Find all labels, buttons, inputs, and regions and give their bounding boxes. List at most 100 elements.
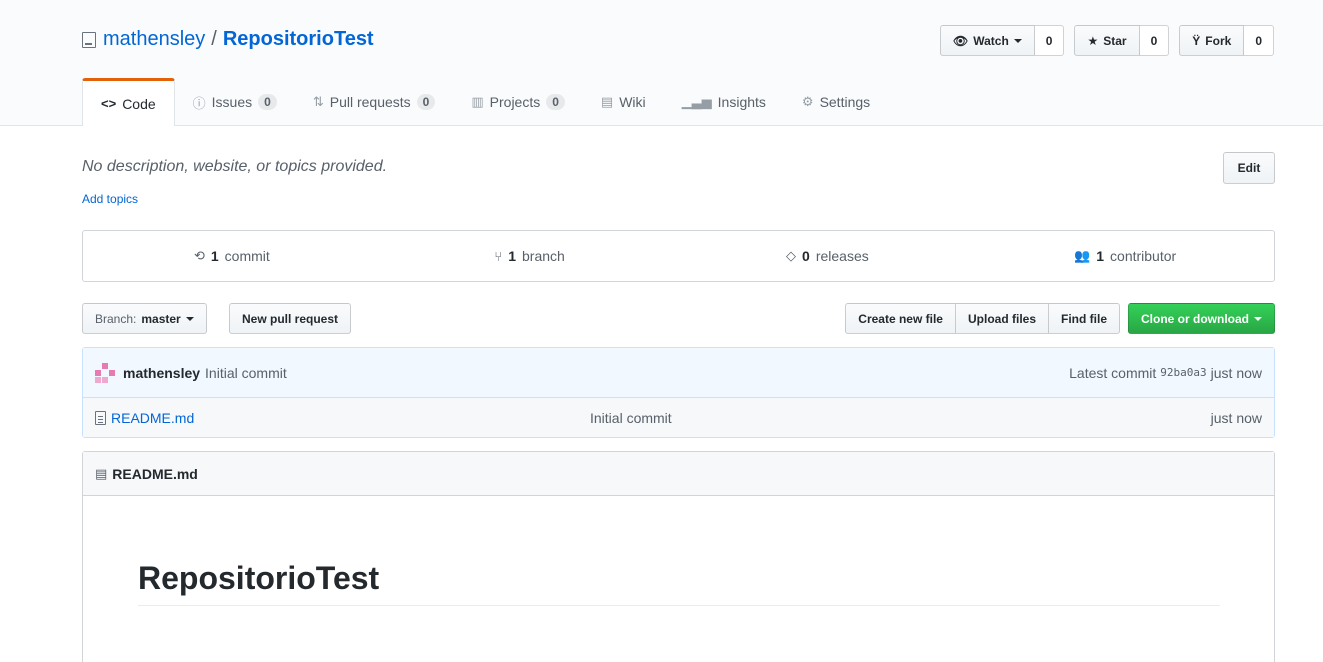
pull-request-icon: ⇅ — [312, 94, 324, 109]
fork-button[interactable]: Ÿ Fork — [1179, 25, 1245, 56]
tab-insights-label: Insights — [717, 94, 766, 110]
fork-icon: Ÿ — [1192, 33, 1201, 48]
readme-box: ▤ README.md RepositorioTest — [82, 451, 1275, 662]
tag-icon: ◇ — [786, 248, 797, 263]
repo-separator: / — [211, 28, 217, 50]
tab-wiki-label: Wiki — [619, 94, 646, 110]
project-icon: ▥ — [471, 94, 484, 109]
gear-icon: ⚙ — [801, 94, 814, 109]
tab-settings-label: Settings — [819, 94, 871, 110]
tab-projects-count: 0 — [546, 94, 565, 110]
commit-message[interactable]: Initial commit — [205, 365, 287, 381]
tab-settings[interactable]: ⚙ Settings — [784, 78, 888, 126]
repo-actions: 👁 Watch 0 ★ Star 0 Ÿ Fork 0 — [940, 25, 1274, 56]
branch-name: master — [141, 311, 181, 326]
file-commit-message[interactable]: Initial commit — [590, 410, 672, 426]
tab-projects-label: Projects — [489, 94, 541, 110]
branch-select-button[interactable]: Branch: master — [82, 303, 207, 334]
tab-wiki[interactable]: ▤ Wiki — [583, 78, 664, 126]
tab-code[interactable]: <> Code — [82, 78, 175, 126]
star-button[interactable]: ★ Star — [1074, 25, 1140, 56]
tab-pull-requests-label: Pull requests — [329, 94, 411, 110]
commits-label: commit — [224, 248, 270, 264]
numbers-summary: ⟲ 1 commit ⑂ 1 branch ◇ 0 releases 👥 1 c… — [82, 230, 1275, 282]
fork-label: Fork — [1205, 33, 1232, 48]
watch-count[interactable]: 0 — [1034, 25, 1065, 56]
file-age: just now — [1210, 409, 1262, 426]
graph-icon: ▁▃▅ — [681, 94, 712, 109]
branches-count: 1 — [508, 248, 517, 264]
releases-summary[interactable]: ◇ 0 releases — [679, 231, 977, 281]
table-row: README.md Initial commit just now — [83, 398, 1274, 437]
readme-filename: README.md — [112, 465, 198, 482]
file-navigation: Branch: master New pull request Create n… — [82, 303, 1275, 335]
tab-issues[interactable]: ⓘ Issues 0 — [175, 78, 295, 126]
tab-pull-requests-count: 0 — [416, 94, 436, 110]
commits-summary[interactable]: ⟲ 1 commit — [83, 231, 381, 281]
code-icon: <> — [101, 96, 117, 111]
contributors-label: contributor — [1110, 248, 1177, 264]
tab-pull-requests[interactable]: ⇅ Pull requests 0 — [295, 78, 454, 126]
tab-projects[interactable]: ▥ Projects 0 — [453, 78, 583, 126]
watch-group: 👁 Watch 0 — [940, 25, 1065, 56]
caret-down-icon — [185, 316, 194, 321]
readme-header: ▤ README.md — [83, 452, 1274, 496]
tab-issues-label: Issues — [211, 94, 253, 110]
star-label: Star — [1103, 33, 1127, 48]
releases-count: 0 — [802, 248, 810, 264]
edit-button[interactable]: Edit — [1223, 152, 1275, 184]
caret-down-icon — [1013, 38, 1022, 43]
file-name-link[interactable]: README.md — [111, 410, 194, 426]
history-icon: ⟲ — [193, 248, 205, 263]
branch-prefix: Branch: — [95, 311, 137, 326]
upload-files-button[interactable]: Upload files — [954, 303, 1049, 334]
fork-group: Ÿ Fork 0 — [1179, 25, 1274, 56]
avatar[interactable] — [95, 362, 115, 383]
add-topics-link[interactable]: Add topics — [82, 192, 138, 206]
repo-tabs: <> Code ⓘ Issues 0 ⇅ Pull requests 0 ▥ P… — [82, 78, 888, 126]
people-icon: 👥 — [1074, 248, 1091, 263]
releases-label: releases — [815, 248, 869, 264]
commit-author[interactable]: mathensley — [123, 365, 200, 381]
branches-label: branch — [522, 248, 565, 264]
tab-code-label: Code — [122, 95, 156, 112]
clone-label: Clone or download — [1141, 311, 1249, 326]
find-file-button[interactable]: Find file — [1048, 303, 1120, 334]
repo-description: No description, website, or topics provi… — [82, 158, 388, 175]
repo-owner-link[interactable]: mathensley — [103, 28, 205, 51]
star-count[interactable]: 0 — [1139, 25, 1170, 56]
commit-age: just now — [1210, 364, 1262, 381]
readme-title: RepositorioTest — [138, 560, 1220, 606]
fork-count[interactable]: 0 — [1244, 25, 1274, 56]
file-icon — [95, 410, 106, 425]
star-icon: ★ — [1087, 33, 1099, 48]
branch-icon: ⑂ — [494, 248, 503, 264]
latest-commit-bar: mathensley Initial commit Latest commit … — [83, 348, 1274, 398]
file-name-cell: README.md — [95, 410, 590, 426]
book-icon: ▤ — [95, 465, 108, 481]
new-pull-request-button[interactable]: New pull request — [229, 303, 352, 334]
repo-title: mathensley / RepositorioTest — [82, 28, 374, 51]
watch-label: Watch — [973, 33, 1009, 48]
file-actions: Create new file Upload files Find file C… — [845, 303, 1275, 334]
eye-icon: 👁 — [953, 33, 969, 48]
contributors-count: 1 — [1096, 248, 1105, 264]
clone-download-button[interactable]: Clone or download — [1128, 303, 1275, 334]
commits-count: 1 — [210, 248, 219, 264]
tab-issues-count: 0 — [258, 94, 277, 110]
star-group: ★ Star 0 — [1074, 25, 1170, 56]
watch-button[interactable]: 👁 Watch — [940, 25, 1035, 56]
create-new-file-button[interactable]: Create new file — [845, 303, 956, 334]
book-icon: ▤ — [600, 94, 614, 109]
contributors-summary[interactable]: 👥 1 contributor — [976, 231, 1274, 281]
repo-header: mathensley / RepositorioTest 👁 Watch 0 ★… — [0, 0, 1323, 126]
caret-down-icon — [1254, 316, 1262, 321]
repo-icon — [82, 31, 96, 48]
commit-tease: mathensley Initial commit Latest commit … — [82, 347, 1275, 438]
issue-icon: ⓘ — [192, 95, 206, 111]
commit-sha[interactable]: 92ba0a3 — [1160, 366, 1206, 379]
tab-insights[interactable]: ▁▃▅ Insights — [664, 78, 784, 126]
latest-commit-label: Latest commit — [1069, 364, 1157, 381]
branches-summary[interactable]: ⑂ 1 branch — [381, 231, 679, 281]
repo-name-link[interactable]: RepositorioTest — [223, 28, 374, 51]
